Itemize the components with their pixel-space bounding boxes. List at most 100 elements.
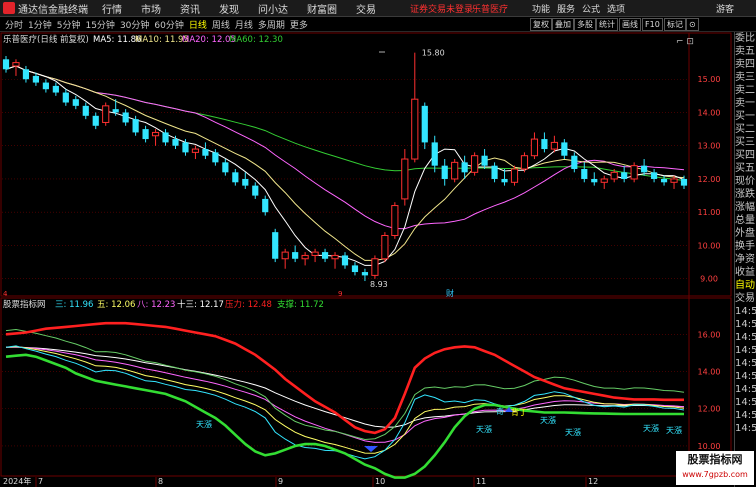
period-30min[interactable]: 30分钟 — [120, 18, 149, 31]
menu-gongshi[interactable]: 公式 — [582, 2, 600, 15]
candle-body-up — [371, 258, 379, 276]
side-item-2[interactable]: 卖四 — [735, 58, 756, 71]
side-item-27[interactable]: 14:5 — [735, 383, 756, 396]
period-more[interactable]: 更多 — [290, 18, 308, 31]
indicator-legend-yali: 压力: 12.48 — [225, 299, 272, 310]
side-item-16[interactable]: 换手 — [735, 240, 756, 253]
side-item-22[interactable]: 14:5 — [735, 318, 756, 331]
tool-duogu-button[interactable]: 多股 — [574, 18, 596, 31]
side-item-7[interactable]: 买二 — [735, 123, 756, 136]
candle-body-down — [541, 139, 548, 150]
candle-body-down — [32, 75, 40, 83]
tool-diejia-button[interactable]: 叠加 — [552, 18, 574, 31]
side-item-0[interactable]: 委比 — [735, 32, 756, 45]
candle-body-up — [102, 105, 110, 123]
side-item-11[interactable]: 现价 — [735, 175, 756, 188]
side-item-3[interactable]: 卖三 — [735, 71, 756, 84]
candle-body-down — [92, 115, 99, 126]
signal-label-2: 奇 — [496, 406, 504, 416]
annotation-cai: 财 — [446, 288, 454, 298]
guest-label[interactable]: 游客 — [716, 2, 734, 15]
candle-body-down — [182, 142, 189, 153]
side-item-9[interactable]: 买四 — [735, 149, 756, 162]
candle-body-down — [680, 178, 688, 186]
period-1min[interactable]: 1分钟 — [28, 18, 52, 31]
price-tick-label: 14.00 — [698, 108, 721, 117]
side-item-10[interactable]: 买五 — [735, 162, 756, 175]
signal-label-7: 天漲 — [643, 424, 659, 433]
candle-body-up — [311, 251, 319, 256]
candle-body-down — [262, 198, 269, 213]
main-legend-ma10: MA10: 11.95 — [135, 35, 189, 45]
tool-biaoji-button[interactable]: 标记 — [664, 18, 686, 31]
tool-f10-button[interactable]: F10 — [642, 18, 663, 31]
tool-huaxian-button[interactable]: 画线 — [619, 18, 641, 31]
menu-faxian[interactable]: 发现 — [219, 1, 239, 16]
side-item-14[interactable]: 总量 — [735, 214, 756, 227]
side-item-8[interactable]: 买三 — [735, 136, 756, 149]
tool-tongji-button[interactable]: 统计 — [596, 18, 618, 31]
watermark-line2: www.7gpzb.com — [682, 470, 748, 479]
candle-body-down — [650, 172, 658, 179]
date-label-year: 2024年 — [3, 476, 31, 486]
period-5min[interactable]: 5分钟 — [57, 18, 81, 31]
menu-fuwu[interactable]: 服务 — [557, 2, 575, 15]
period-daily[interactable]: 日线 — [189, 18, 207, 31]
side-item-13[interactable]: 涨幅 — [735, 201, 756, 214]
signal-label-1: 天漲 — [196, 420, 212, 429]
candle-body-down — [461, 162, 468, 173]
date-label-11: 11 — [476, 477, 486, 486]
side-item-28[interactable]: 14:5 — [735, 396, 756, 409]
side-item-18[interactable]: 收益 — [735, 266, 756, 279]
candle-body-down — [112, 109, 119, 113]
side-item-21[interactable]: 14:5 — [735, 305, 756, 318]
side-item-17[interactable]: 净资 — [735, 253, 756, 266]
side-item-6[interactable]: 买一 — [735, 110, 756, 123]
signal-label-6: 天漲 — [565, 428, 581, 437]
menu-wenxiaoda[interactable]: 问小达 — [258, 1, 288, 16]
price-tick-label: 13.00 — [698, 142, 721, 151]
watermark-line1: 股票指标网 — [687, 453, 743, 466]
period-weekly[interactable]: 周线 — [212, 18, 230, 31]
sub-price-tick-label: 16.00 — [698, 330, 721, 339]
side-item-29[interactable]: 14:5 — [735, 409, 756, 422]
side-item-12[interactable]: 涨跌 — [735, 188, 756, 201]
side-item-1[interactable]: 卖五 — [735, 45, 756, 58]
side-item-26[interactable]: 14:5 — [735, 370, 756, 383]
side-item-25[interactable]: 14:5 — [735, 357, 756, 370]
period-fenshi[interactable]: 分时 — [5, 18, 23, 31]
signal-label-3: 背丁 — [511, 407, 527, 417]
menu-jiaoyi[interactable]: 交易 — [356, 1, 376, 16]
menu-shichang[interactable]: 市场 — [141, 1, 161, 16]
candle-body-down — [361, 272, 369, 276]
chart-area[interactable]: 乐普医疗(日线 前复权) MA5: 11.86 MA10: 11.95 MA20… — [0, 32, 734, 487]
period-toolbar: 分时 1分钟 5分钟 15分钟 30分钟 60分钟 日线 周线 月线 多周期 更… — [0, 17, 756, 32]
menu-caifuquan[interactable]: 财富圈 — [307, 1, 337, 16]
side-item-5[interactable]: 卖一 — [735, 97, 756, 110]
candle-body-down — [212, 152, 219, 163]
period-15min[interactable]: 15分钟 — [85, 18, 114, 31]
side-item-20[interactable]: 交易 — [735, 292, 756, 305]
candle-body-down — [132, 119, 139, 133]
menu-hangqing[interactable]: 行情 — [102, 1, 122, 16]
period-60min[interactable]: 60分钟 — [154, 18, 183, 31]
tool-circle-icon[interactable]: ⊙ — [686, 18, 699, 31]
side-item-24[interactable]: 14:5 — [735, 344, 756, 357]
login-notice[interactable]: 证券交易未登录 — [410, 2, 473, 15]
side-item-4[interactable]: 卖二 — [735, 84, 756, 97]
side-item-30[interactable]: 14:5 — [735, 422, 756, 435]
chart-settings-icon[interactable]: ⌐ ⊡ — [676, 37, 694, 47]
period-multi[interactable]: 多周期 — [258, 18, 285, 31]
menu-xuanxiang[interactable]: 选项 — [607, 2, 625, 15]
side-item-19[interactable]: 自动 — [735, 279, 756, 292]
side-item-15[interactable]: 外盘 — [735, 227, 756, 240]
menu-gongneng[interactable]: 功能 — [532, 2, 550, 15]
candle-body-up — [520, 155, 529, 170]
menu-zixun[interactable]: 资讯 — [180, 1, 200, 16]
price-tick-label: 9.00 — [700, 275, 718, 284]
candle-body-down — [122, 112, 129, 123]
candle-body-down — [431, 142, 438, 166]
side-item-23[interactable]: 14:5 — [735, 331, 756, 344]
tool-fuquan-button[interactable]: 复权 — [530, 18, 552, 31]
period-monthly[interactable]: 月线 — [235, 18, 253, 31]
